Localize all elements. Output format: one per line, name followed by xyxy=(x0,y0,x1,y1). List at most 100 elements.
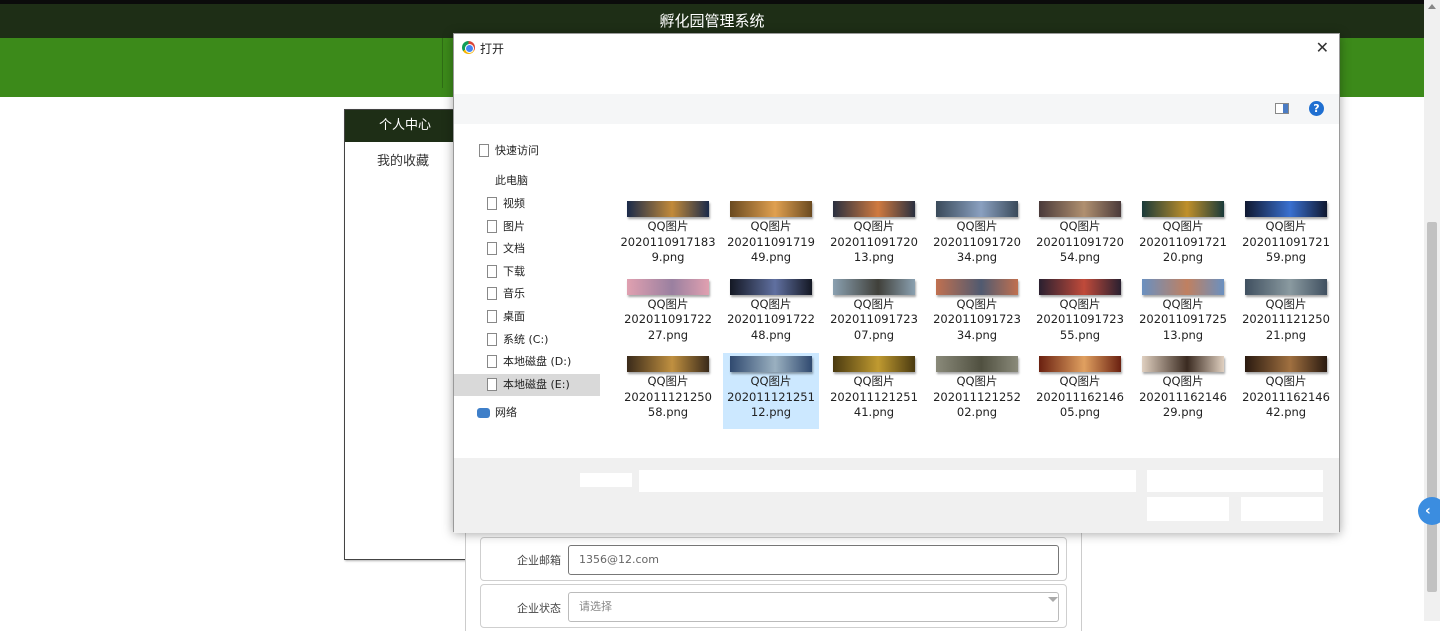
nav-item[interactable]: 音乐 xyxy=(454,283,602,305)
nav-item[interactable]: 桌面 xyxy=(454,306,602,328)
mouse-cursor xyxy=(812,340,822,354)
file-open-dialog: 打开 ✕ ? 快速访问 此电脑 视频图片文档下载音乐桌面 系统 (C:) 本地磁盘 … xyxy=(453,33,1340,533)
file-item[interactable]: QQ图片 202011091721 20.png xyxy=(1135,198,1231,274)
filename-label xyxy=(580,473,632,487)
file-name: QQ图片 202011091725 13.png xyxy=(1139,296,1227,342)
dialog-title: 打开 xyxy=(480,42,505,56)
file-item[interactable]: QQ图片 202011121250 21.png xyxy=(1238,276,1334,352)
preview-pane-icon[interactable] xyxy=(1275,103,1289,114)
file-name: QQ图片 202011091719 49.png xyxy=(727,219,815,264)
quick-access-icon xyxy=(479,144,489,157)
nav-quick-access[interactable]: 快速访问 xyxy=(454,140,602,162)
file-name: QQ图片 202011091721 20.png xyxy=(1139,219,1227,264)
folder-icon xyxy=(487,264,497,278)
file-item[interactable]: QQ图片 202011091723 34.png xyxy=(929,276,1025,352)
file-item[interactable]: QQ图片 202011162146 05.png xyxy=(1032,353,1128,429)
file-item[interactable]: QQ图片 202011091722 27.png xyxy=(620,276,716,352)
help-icon[interactable]: ? xyxy=(1309,101,1324,116)
page-scrollbar[interactable] xyxy=(1424,0,1440,621)
file-name: QQ图片 2020110917183 9.png xyxy=(620,219,716,264)
file-thumbnail xyxy=(936,201,1018,217)
navigation-pane: 快速访问 此电脑 视频图片文档下载音乐桌面 系统 (C:) 本地磁盘 (D:) 本地磁… xyxy=(454,124,602,458)
file-name: QQ图片 202011091723 55.png xyxy=(1036,296,1124,342)
file-name: QQ图片 202011162146 42.png xyxy=(1242,374,1330,420)
file-thumbnail xyxy=(730,201,812,217)
file-item[interactable]: QQ图片 202011162146 42.png xyxy=(1238,353,1334,429)
folder-icon xyxy=(487,219,497,233)
file-thumbnail xyxy=(936,278,1018,295)
nav-this-pc[interactable]: 此电脑 xyxy=(454,170,602,192)
nav-item[interactable]: 本地磁盘 (E:) xyxy=(454,373,600,396)
file-name: QQ图片 202011091721 59.png xyxy=(1242,219,1330,264)
file-item[interactable]: QQ图片 202011091722 48.png xyxy=(723,276,819,352)
filetype-select[interactable] xyxy=(1147,470,1323,492)
nav-item[interactable]: 下载 xyxy=(454,261,602,283)
status-label: 企业状态 xyxy=(517,602,561,615)
file-item[interactable]: QQ图片 202011121250 58.png xyxy=(620,353,716,429)
file-item[interactable]: QQ图片 202011091720 13.png xyxy=(826,198,922,274)
close-icon[interactable]: ✕ xyxy=(1316,38,1329,57)
file-name: QQ图片 202011091722 27.png xyxy=(624,296,712,342)
file-item[interactable]: QQ图片 202011121251 12.png xyxy=(723,353,819,430)
file-name: QQ图片 202011091723 34.png xyxy=(933,296,1021,342)
file-item[interactable]: QQ图片 202011091725 13.png xyxy=(1135,276,1231,352)
app-title: 孵化园管理系统 xyxy=(659,12,765,30)
email-field[interactable]: 1356@12.com xyxy=(568,545,1059,575)
dialog-titlebar: 打开 ✕ xyxy=(454,34,1339,62)
nav-item[interactable]: 本地磁盘 (D:) xyxy=(454,351,602,373)
file-item[interactable]: QQ图片 202011091720 34.png xyxy=(929,198,1025,274)
file-thumbnail xyxy=(1245,356,1327,373)
email-label: 企业邮箱 xyxy=(517,554,561,567)
filename-input[interactable] xyxy=(639,470,1136,492)
file-item[interactable]: QQ图片 202011091719 49.png xyxy=(723,198,819,274)
nav-item-label: 图片 xyxy=(503,219,525,233)
chevron-down-icon xyxy=(1048,597,1058,602)
nav-item[interactable]: 视频 xyxy=(454,193,602,215)
nav-item-label: 下载 xyxy=(503,264,525,278)
nav-item[interactable]: 文档 xyxy=(454,238,602,260)
nav-network[interactable]: 网络 xyxy=(454,402,602,424)
file-item[interactable]: QQ图片 202011091723 07.png xyxy=(826,276,922,352)
nav-item-label: 本地磁盘 (D:) xyxy=(503,355,572,369)
file-thumbnail xyxy=(1142,278,1224,295)
folder-icon xyxy=(487,310,497,323)
file-name: QQ图片 202011091723 07.png xyxy=(830,296,918,342)
file-thumbnail xyxy=(833,201,915,217)
status-select[interactable]: 请选择 xyxy=(568,592,1059,622)
file-item[interactable]: QQ图片 202011121251 41.png xyxy=(826,353,922,429)
file-name: QQ图片 202011091720 34.png xyxy=(933,219,1021,264)
sidebar-header[interactable]: 个人中心 xyxy=(345,110,465,142)
file-thumbnail xyxy=(627,278,709,295)
file-item[interactable]: QQ图片 202011121252 02.png xyxy=(929,353,1025,429)
nav-item-label: 音乐 xyxy=(503,287,525,301)
nav-item[interactable]: 系统 (C:) xyxy=(454,329,602,351)
chevron-left-icon[interactable]: ‹ xyxy=(1418,497,1440,525)
file-item[interactable]: QQ图片 202011091721 59.png xyxy=(1238,198,1334,274)
file-item[interactable]: QQ图片 2020110917183 9.png xyxy=(620,198,716,274)
sidebar: 个人中心 我的收藏 xyxy=(344,109,466,560)
file-thumbnail xyxy=(833,356,915,373)
file-name: QQ图片 202011121251 12.png xyxy=(727,374,815,420)
scroll-up-icon[interactable] xyxy=(1428,4,1436,9)
file-thumbnail xyxy=(1039,201,1121,217)
file-item[interactable]: QQ图片 202011091720 54.png xyxy=(1032,198,1128,274)
file-name: QQ图片 202011121251 41.png xyxy=(830,374,918,420)
nav-item-label: 视频 xyxy=(503,197,525,210)
open-button[interactable] xyxy=(1147,497,1229,521)
folder-icon xyxy=(487,332,497,346)
cancel-button[interactable] xyxy=(1241,497,1323,521)
scrollbar-thumb[interactable] xyxy=(1427,222,1437,592)
sidebar-item-favorites[interactable]: 我的收藏 xyxy=(345,142,465,169)
nav-item-label: 本地磁盘 (E:) xyxy=(503,377,570,391)
file-thumbnail xyxy=(1142,356,1224,373)
file-name: QQ图片 202011091720 54.png xyxy=(1036,219,1124,264)
file-item[interactable]: QQ图片 202011091723 55.png xyxy=(1032,276,1128,352)
file-thumbnail xyxy=(1245,278,1327,295)
file-item[interactable]: QQ图片 202011162146 29.png xyxy=(1135,353,1231,429)
file-name: QQ图片 202011162146 29.png xyxy=(1139,374,1227,420)
nav-item-label: 文档 xyxy=(503,242,525,256)
nav-item[interactable]: 图片 xyxy=(454,216,602,238)
email-row: 企业邮箱 1356@12.com xyxy=(480,537,1067,581)
folder-icon xyxy=(487,355,497,369)
file-list: QQ图片 2020110917183 9.png QQ图片 202011091719 49… xyxy=(604,124,1339,458)
